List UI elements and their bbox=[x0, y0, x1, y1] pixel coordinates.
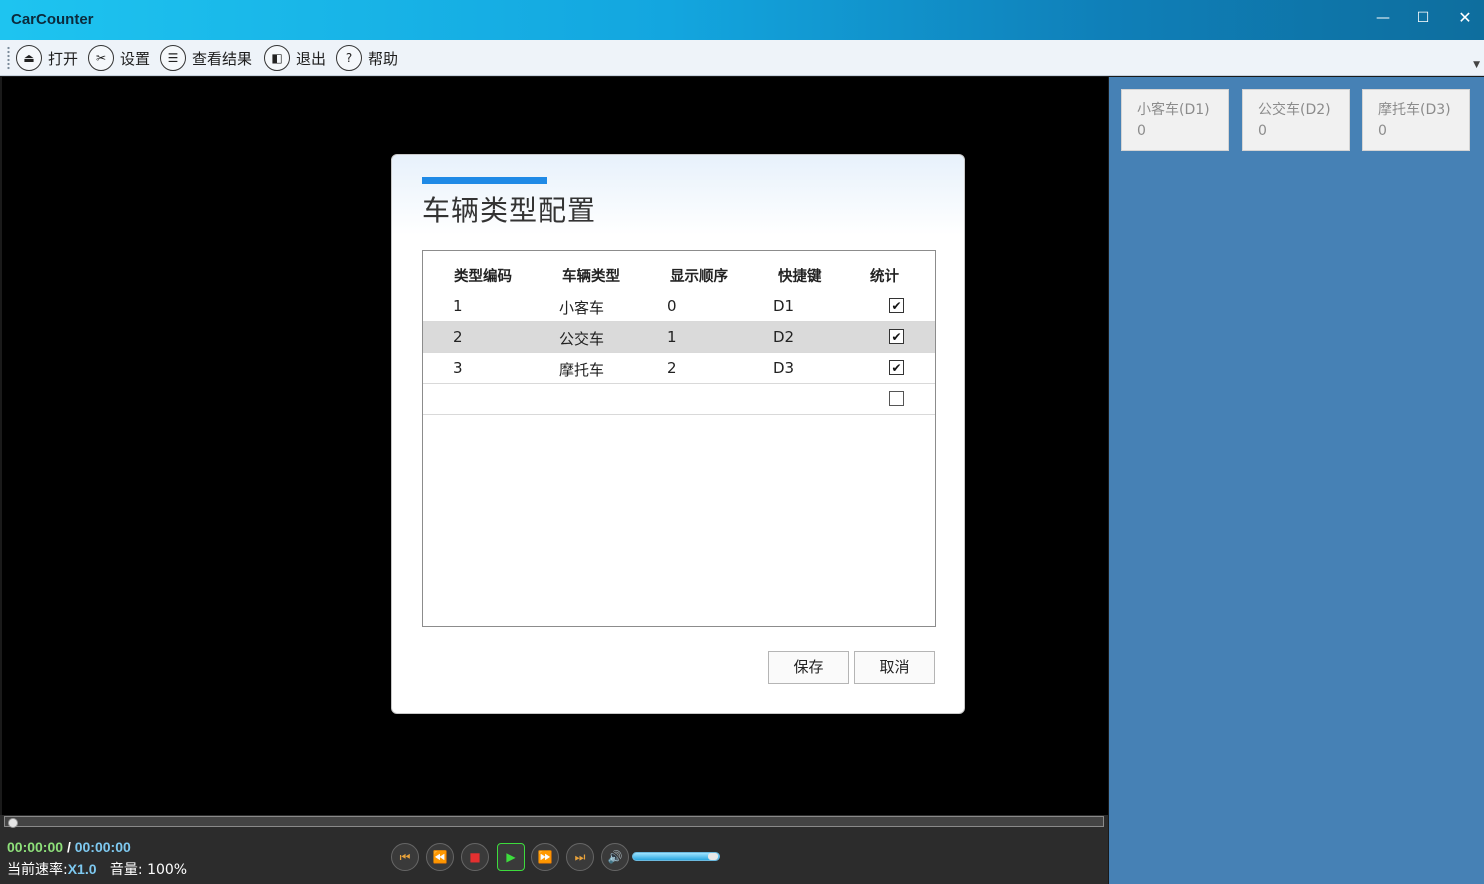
total-time: 00:00:00 bbox=[74, 839, 131, 855]
maximize-button[interactable]: ☐ bbox=[1408, 6, 1438, 30]
cell-type[interactable]: 公交车 bbox=[559, 328, 604, 349]
counter-card[interactable]: 摩托车(D3) 0 bbox=[1362, 89, 1470, 151]
minimize-button[interactable]: — bbox=[1368, 6, 1398, 30]
cell-hotkey[interactable]: D3 bbox=[773, 359, 794, 377]
time-display: 00:00:00 / 00:00:00 bbox=[7, 839, 131, 855]
counter-label: 小客车(D1) bbox=[1137, 102, 1210, 118]
window-title: CarCounter bbox=[11, 11, 94, 28]
play-button[interactable]: ▶ bbox=[497, 843, 525, 871]
fast-forward-button[interactable]: ⏩ bbox=[531, 843, 559, 871]
close-icon: ✕ bbox=[1458, 8, 1472, 27]
close-button[interactable]: ✕ bbox=[1450, 6, 1480, 30]
toolbar-label: 查看结果 bbox=[192, 49, 253, 68]
rate-value: X1.0 bbox=[67, 861, 97, 877]
count-checkbox[interactable]: ✔ bbox=[889, 298, 904, 313]
toolbar-grip[interactable] bbox=[7, 46, 10, 70]
column-header-hotkey[interactable]: 快捷键 bbox=[778, 265, 822, 286]
seek-bar[interactable] bbox=[4, 816, 1104, 828]
count-checkbox[interactable]: ✔ bbox=[889, 329, 904, 344]
table-row[interactable]: 2 公交车 1 D2 ✔ bbox=[423, 322, 935, 353]
grid-header: 类型编码 车辆类型 显示顺序 快捷键 统计 bbox=[423, 259, 935, 285]
current-time: 00:00:00 bbox=[7, 839, 64, 855]
exit-icon: ◧ bbox=[264, 45, 290, 71]
counter-label: 摩托车(D3) bbox=[1378, 102, 1451, 118]
counter-card[interactable]: 小客车(D1) 0 bbox=[1121, 89, 1229, 151]
toolbar-label: 打开 bbox=[48, 49, 79, 68]
column-header-code[interactable]: 类型编码 bbox=[454, 265, 512, 286]
dialog-title: 车辆类型配置 bbox=[422, 194, 597, 227]
skip-end-button[interactable]: ⏭ bbox=[566, 843, 594, 871]
eject-icon: ⏏ bbox=[16, 45, 42, 71]
cell-code[interactable]: 3 bbox=[453, 359, 463, 377]
stop-icon: ■ bbox=[469, 850, 481, 864]
vehicle-type-grid[interactable]: 类型编码 车辆类型 显示顺序 快捷键 统计 1 小客车 0 D1 ✔ 2 公交车 1 D2 ✔ 3 摩… bbox=[422, 250, 936, 627]
count-checkbox[interactable] bbox=[889, 391, 904, 406]
cell-hotkey[interactable]: D2 bbox=[773, 328, 794, 346]
toolbar-label: 退出 bbox=[296, 49, 327, 68]
vehicle-type-dialog: 车辆类型配置 类型编码 车辆类型 显示顺序 快捷键 统计 1 小客车 0 D1 ✔ 2 公交… bbox=[391, 154, 965, 714]
cell-order[interactable]: 0 bbox=[667, 297, 677, 315]
list-icon: ☰ bbox=[160, 45, 186, 71]
column-header-order[interactable]: 显示顺序 bbox=[670, 265, 728, 286]
column-header-type[interactable]: 车辆类型 bbox=[562, 265, 620, 286]
toolbar: ⏏ 打开 ✂ 设置 ☰ 查看结果 ◧ 退出? 帮助 ▼ bbox=[0, 40, 1484, 76]
skip-start-button[interactable]: ⏮ bbox=[391, 843, 419, 871]
cell-type[interactable]: 小客车 bbox=[559, 297, 604, 318]
counter-card[interactable]: 公交车(D2) 0 bbox=[1242, 89, 1350, 151]
save-button[interactable]: 保存 bbox=[768, 651, 849, 684]
maximize-icon: ☐ bbox=[1416, 10, 1430, 26]
toolbar-tools-button[interactable]: ✂ 设置 bbox=[88, 43, 150, 73]
count-checkbox[interactable]: ✔ bbox=[889, 360, 904, 375]
cell-type[interactable]: 摩托车 bbox=[559, 359, 604, 380]
counter-panel: 小客车(D1) 0 公交车(D2) 0 摩托车(D3) 0 bbox=[1109, 77, 1484, 884]
dialog-accent-bar bbox=[422, 177, 547, 184]
table-row[interactable]: 1 小客车 0 D1 ✔ bbox=[423, 291, 935, 322]
volume-thumb[interactable] bbox=[708, 853, 718, 860]
table-row[interactable] bbox=[423, 384, 935, 415]
volume-label: 音量: bbox=[109, 862, 143, 878]
rewind-icon: ⏪ bbox=[432, 850, 448, 864]
column-header-count[interactable]: 统计 bbox=[870, 265, 899, 286]
skip-start-icon: ⏮ bbox=[399, 849, 411, 864]
counter-value: 0 bbox=[1378, 123, 1387, 139]
cancel-button[interactable]: 取消 bbox=[854, 651, 935, 684]
toolbar-list-button[interactable]: ☰ 查看结果 bbox=[160, 43, 252, 73]
cell-code[interactable]: 2 bbox=[453, 328, 463, 346]
toolbar-label: 帮助 bbox=[368, 49, 399, 68]
rate-label: 当前速率: bbox=[7, 862, 68, 878]
fast-forward-icon: ⏩ bbox=[537, 850, 553, 864]
rate-volume-display: 当前速率:X1.0 音量: 100% bbox=[7, 859, 187, 879]
cell-code[interactable]: 1 bbox=[453, 297, 463, 315]
volume-slider[interactable] bbox=[632, 852, 720, 861]
time-separator: / bbox=[66, 839, 71, 855]
cell-order[interactable]: 1 bbox=[667, 328, 677, 346]
tools-icon: ✂ bbox=[88, 45, 114, 71]
minimize-icon: — bbox=[1376, 10, 1390, 26]
cell-hotkey[interactable]: D1 bbox=[773, 297, 794, 315]
volume-icon: 🔊 bbox=[607, 850, 623, 864]
volume-button[interactable]: 🔊 bbox=[601, 843, 629, 871]
cell-order[interactable]: 2 bbox=[667, 359, 677, 377]
skip-end-icon: ⏭ bbox=[574, 849, 586, 864]
counter-value: 0 bbox=[1137, 123, 1146, 139]
player-bar: 00:00:00 / 00:00:00 当前速率:X1.0 音量: 100% ⏮… bbox=[0, 815, 1108, 884]
seek-thumb[interactable] bbox=[8, 818, 18, 828]
counter-label: 公交车(D2) bbox=[1258, 102, 1331, 118]
toolbar-help-button[interactable]: ? 帮助 bbox=[336, 43, 398, 73]
rewind-button[interactable]: ⏪ bbox=[426, 843, 454, 871]
toolbar-overflow-icon[interactable]: ▼ bbox=[1473, 60, 1480, 70]
toolbar-eject-button[interactable]: ⏏ 打开 bbox=[16, 43, 78, 73]
volume-value: 100% bbox=[147, 862, 188, 878]
help-icon: ? bbox=[336, 45, 362, 71]
play-icon: ▶ bbox=[506, 850, 516, 864]
toolbar-label: 设置 bbox=[120, 49, 151, 68]
table-row[interactable]: 3 摩托车 2 D3 ✔ bbox=[423, 353, 935, 384]
toolbar-exit-button[interactable]: ◧ 退出 bbox=[264, 43, 326, 73]
counter-value: 0 bbox=[1258, 123, 1267, 139]
title-bar[interactable]: CarCounter — ☐ ✕ bbox=[0, 0, 1484, 40]
stop-button[interactable]: ■ bbox=[461, 843, 489, 871]
